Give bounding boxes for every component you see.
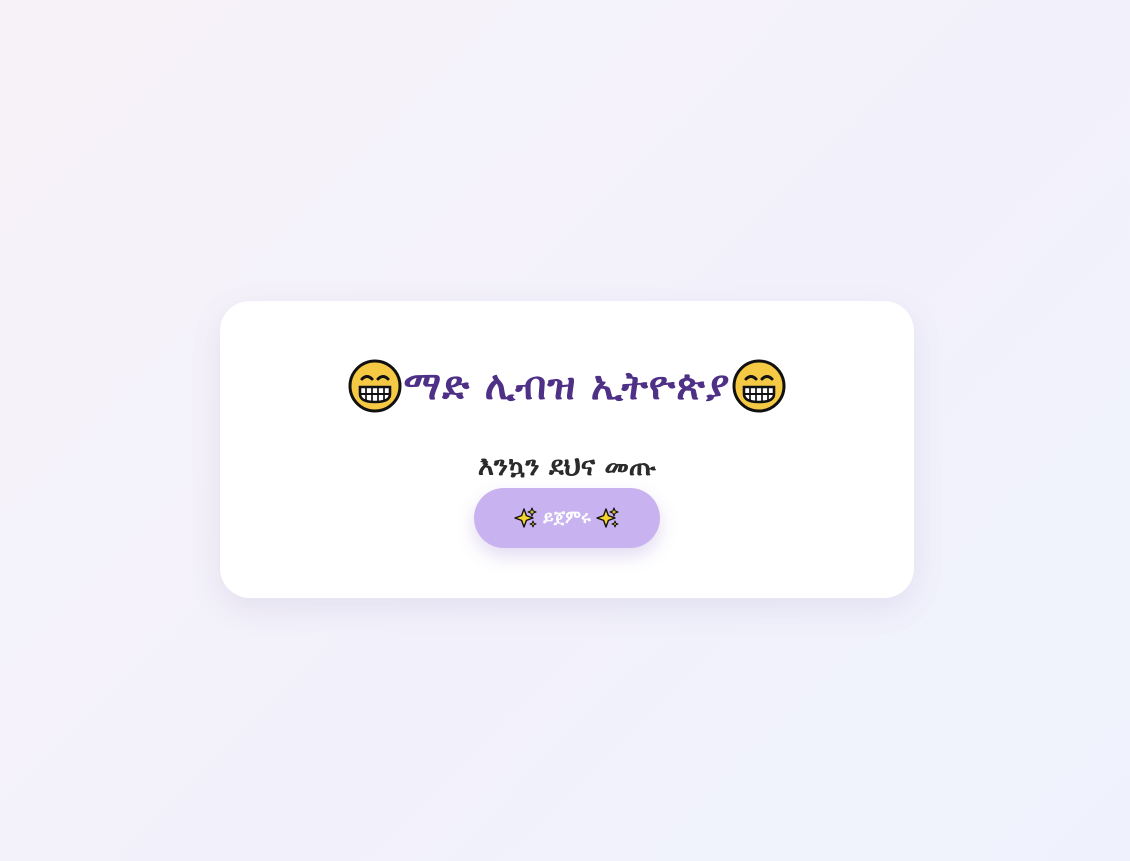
grinning-face-icon: [348, 359, 402, 413]
sparkles-icon: [596, 507, 619, 528]
grinning-face-icon: [732, 359, 786, 413]
start-button[interactable]: ይጀምሩ: [474, 488, 660, 548]
start-button-label: ይጀምሩ: [543, 507, 591, 528]
title-row: ማድ ሊብዝ ኢትዮጵያ: [220, 359, 914, 413]
welcome-card: ማድ ሊብዝ ኢትዮጵያ እንኳን ደህና መጡ ይጀምሩ: [220, 301, 914, 598]
sparkles-icon: [514, 507, 537, 528]
page-title: ማድ ሊብዝ ኢትዮጵያ: [403, 363, 731, 409]
welcome-subtitle: እንኳን ደህና መጡ: [477, 451, 657, 482]
